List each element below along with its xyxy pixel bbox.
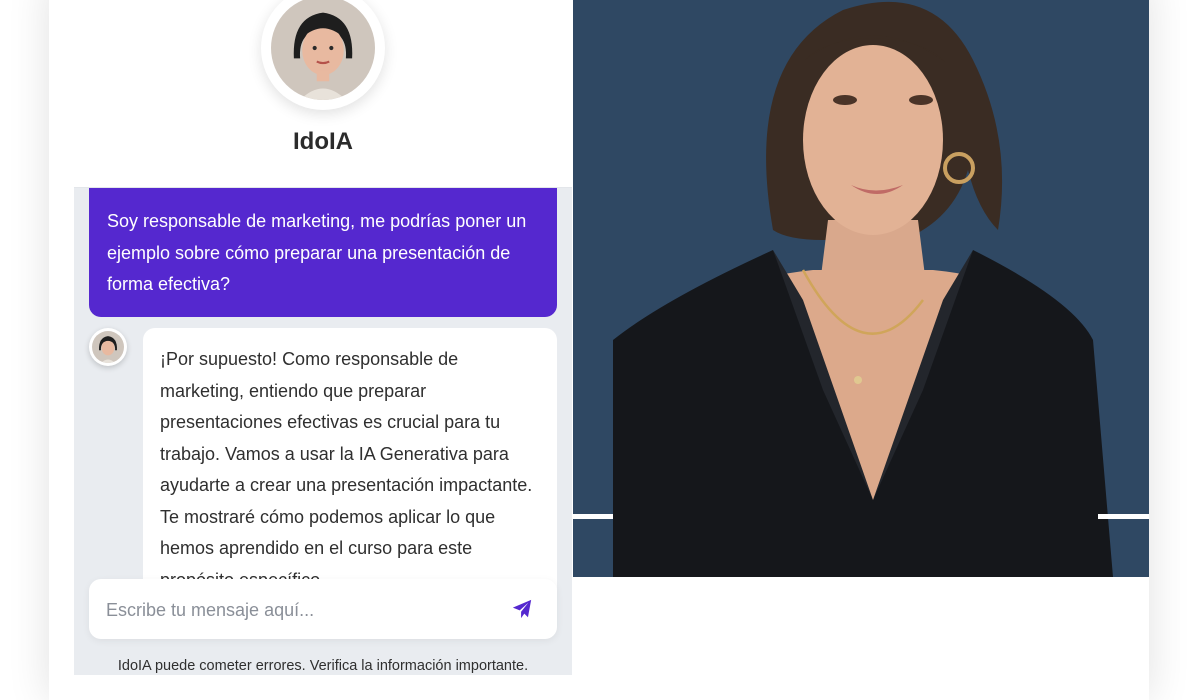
avatar-video[interactable] — [573, 0, 1149, 577]
bot-name: IdoIA — [293, 128, 353, 155]
video-progress-left — [573, 514, 613, 519]
woman-avatar-icon — [92, 331, 124, 363]
send-button[interactable] — [507, 594, 537, 624]
paper-plane-icon — [512, 599, 532, 619]
woman-avatar-icon — [271, 0, 375, 100]
bot-avatar — [261, 0, 385, 110]
bot-avatar-small — [89, 328, 127, 366]
video-below-area — [573, 577, 1149, 675]
chat-panel: IdoIA Soy responsable de marketing, me p… — [74, 0, 572, 675]
message-input[interactable] — [104, 579, 498, 641]
user-message: Soy responsable de marketing, me podrías… — [89, 188, 557, 317]
profile-header: IdoIA — [74, 0, 572, 188]
message-composer — [89, 579, 557, 641]
video-progress-right — [1098, 514, 1149, 519]
presenter-video-frame — [573, 0, 1149, 577]
bot-message: ¡Por supuesto! Como responsable de marke… — [143, 328, 557, 597]
disclaimer-text: IdoIA puede cometer errores. Verifica la… — [117, 658, 529, 674]
left-edge — [49, 0, 75, 675]
